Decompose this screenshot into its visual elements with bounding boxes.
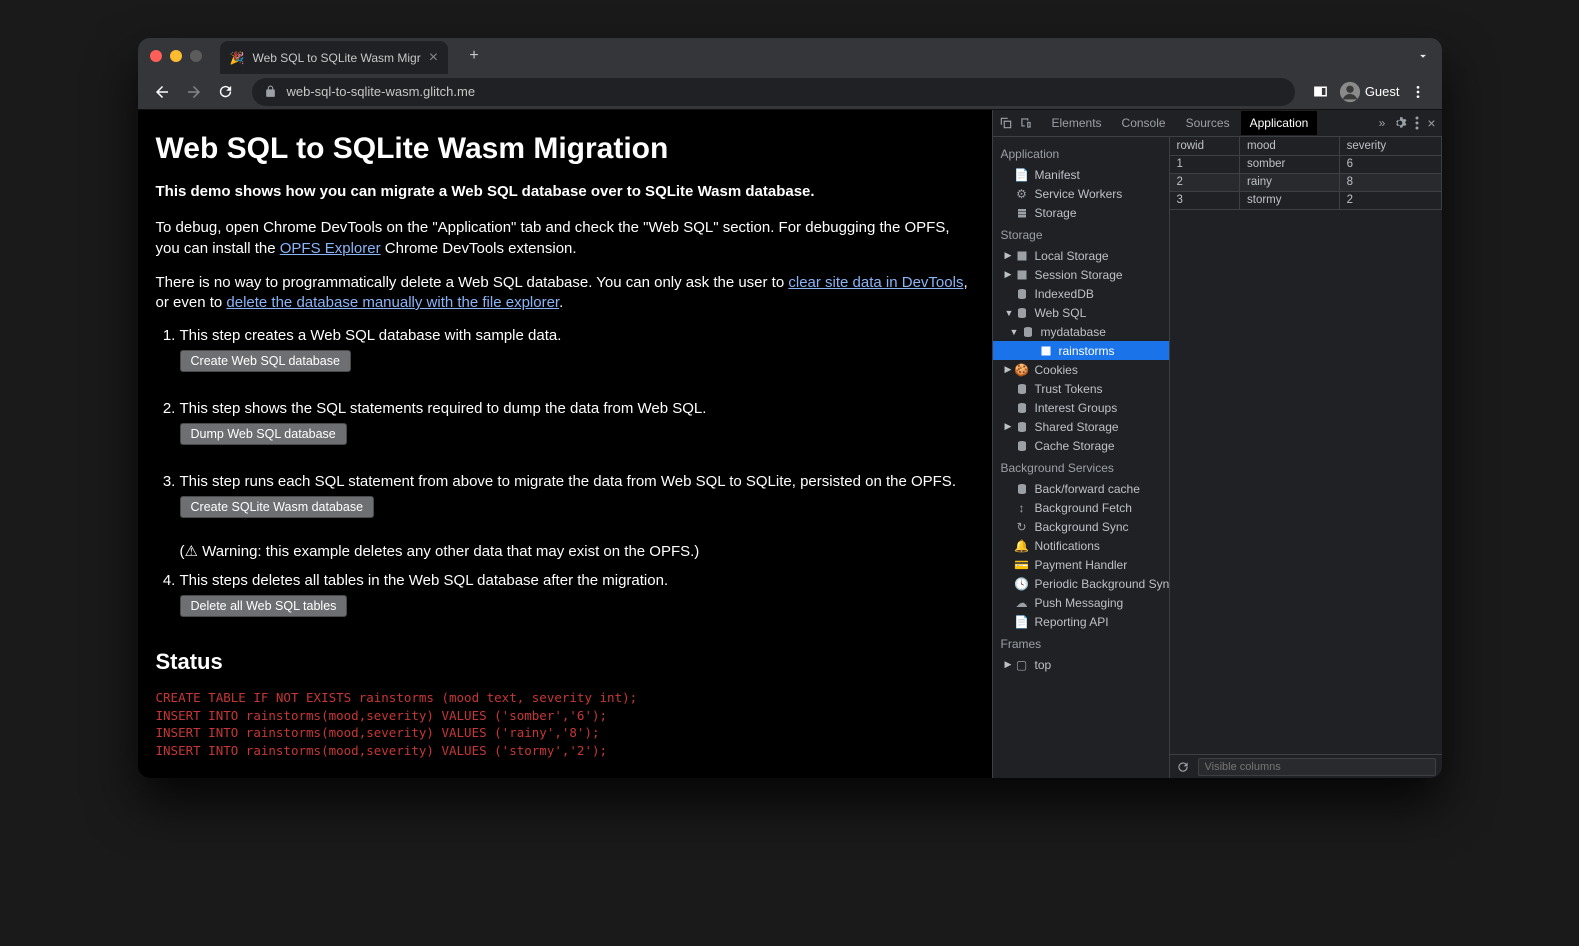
traffic-lights (150, 50, 202, 62)
paragraph-debug: To debug, open Chrome DevTools on the "A… (156, 218, 974, 259)
item-push[interactable]: ☁Push Messaging (993, 593, 1169, 612)
application-sidebar: Application 📄Manifest ⚙Service Workers S… (993, 137, 1170, 778)
more-tabs-icon[interactable]: » (1379, 116, 1386, 130)
item-rainstorms[interactable]: rainstorms (993, 341, 1169, 360)
tab-elements[interactable]: Elements (1043, 111, 1111, 135)
url-text: web-sql-to-sqlite-wasm.glitch.me (287, 84, 476, 99)
item-interest-groups[interactable]: Interest Groups (993, 398, 1169, 417)
table-row[interactable]: 1somber6 (1170, 155, 1442, 173)
back-button[interactable] (148, 78, 176, 106)
chevron-down-icon[interactable] (1416, 49, 1430, 63)
status-heading: Status (156, 649, 974, 675)
tab-application[interactable]: Application (1241, 111, 1318, 135)
item-notifications[interactable]: 🔔Notifications (993, 536, 1169, 555)
section-frames: Frames (993, 631, 1169, 655)
tab-close-icon[interactable]: × (429, 49, 438, 67)
steps-list: This step creates a Web SQL database wit… (180, 327, 974, 635)
close-window-button[interactable] (150, 50, 162, 62)
col-severity[interactable]: severity (1339, 137, 1441, 155)
gear-icon[interactable] (1393, 116, 1407, 130)
visible-columns-input[interactable] (1198, 758, 1436, 776)
item-cookies[interactable]: ▶🍪Cookies (993, 360, 1169, 379)
item-bgsync[interactable]: ↻Background Sync (993, 517, 1169, 536)
minimize-window-button[interactable] (170, 50, 182, 62)
create-sqlite-button[interactable]: Create SQLite Wasm database (180, 496, 375, 518)
section-background-services: Background Services (993, 455, 1169, 479)
panel-toggle-icon[interactable] (1307, 78, 1335, 106)
item-bfcache[interactable]: Back/forward cache (993, 479, 1169, 498)
section-storage: Storage (993, 222, 1169, 246)
tab-sources[interactable]: Sources (1177, 111, 1239, 135)
devtools-tabbar: Elements Console Sources Application » × (993, 110, 1442, 137)
table-area: rowid mood severity 1somber6 2rainy8 3st… (1170, 137, 1442, 778)
step-3: This step runs each SQL statement from a… (180, 473, 974, 560)
titlebar: 🎉 Web SQL to SQLite Wasm Migr × + (138, 38, 1442, 74)
data-table: rowid mood severity 1somber6 2rainy8 3st… (1170, 137, 1442, 754)
delete-tables-button[interactable]: Delete all Web SQL tables (180, 595, 348, 617)
item-bgfetch[interactable]: ↕Background Fetch (993, 498, 1169, 517)
status-code: CREATE TABLE IF NOT EXISTS rainstorms (m… (156, 689, 974, 759)
table-row[interactable]: 2rainy8 (1170, 173, 1442, 191)
new-tab-button[interactable]: + (462, 44, 486, 68)
reload-button[interactable] (212, 78, 240, 106)
devtools-panel: Elements Console Sources Application » ×… (992, 110, 1442, 778)
item-top-frame[interactable]: ▶▢top (993, 655, 1169, 674)
forward-button[interactable] (180, 78, 208, 106)
clear-site-data-link[interactable]: clear site data in DevTools (788, 274, 963, 291)
step-1: This step creates a Web SQL database wit… (180, 327, 974, 390)
content-area: Web SQL to SQLite Wasm Migration This de… (138, 110, 1442, 778)
item-service-workers[interactable]: ⚙Service Workers (993, 184, 1169, 203)
warning-text: (⚠ Warning: this example deletes any oth… (180, 542, 974, 560)
item-mydatabase[interactable]: ▼mydatabase (993, 322, 1169, 341)
page-title: Web SQL to SQLite Wasm Migration (156, 132, 974, 166)
item-local-storage[interactable]: ▶Local Storage (993, 246, 1169, 265)
item-reporting[interactable]: 📄Reporting API (993, 612, 1169, 631)
profile-label: Guest (1365, 84, 1400, 99)
dump-websql-button[interactable]: Dump Web SQL database (180, 423, 347, 445)
page-subtitle: This demo shows how you can migrate a We… (156, 182, 974, 202)
browser-tab[interactable]: 🎉 Web SQL to SQLite Wasm Migr × (220, 41, 449, 75)
col-mood[interactable]: mood (1240, 137, 1340, 155)
item-session-storage[interactable]: ▶Session Storage (993, 265, 1169, 284)
col-rowid[interactable]: rowid (1170, 137, 1240, 155)
lock-icon (264, 85, 277, 98)
item-payment[interactable]: 💳Payment Handler (993, 555, 1169, 574)
menu-icon[interactable] (1404, 78, 1432, 106)
refresh-icon[interactable] (1176, 760, 1190, 774)
url-bar[interactable]: web-sql-to-sqlite-wasm.glitch.me (252, 78, 1295, 106)
tab-title: Web SQL to SQLite Wasm Migr (252, 51, 420, 65)
devtools-close-icon[interactable]: × (1427, 115, 1435, 131)
maximize-window-button[interactable] (190, 50, 202, 62)
opfs-explorer-link[interactable]: OPFS Explorer (280, 240, 381, 257)
section-application: Application (993, 141, 1169, 165)
device-icon[interactable] (1019, 116, 1033, 130)
table-row[interactable]: 3stormy2 (1170, 191, 1442, 209)
address-bar: web-sql-to-sqlite-wasm.glitch.me Guest (138, 74, 1442, 110)
item-periodic[interactable]: 🕓Periodic Background Sync (993, 574, 1169, 593)
profile-avatar[interactable]: Guest (1339, 81, 1400, 103)
item-trust-tokens[interactable]: Trust Tokens (993, 379, 1169, 398)
item-cache-storage[interactable]: Cache Storage (993, 436, 1169, 455)
devtools-body: Application 📄Manifest ⚙Service Workers S… (993, 137, 1442, 778)
item-shared-storage[interactable]: ▶Shared Storage (993, 417, 1169, 436)
item-indexeddb[interactable]: IndexedDB (993, 284, 1169, 303)
item-manifest[interactable]: 📄Manifest (993, 165, 1169, 184)
tab-console[interactable]: Console (1113, 111, 1175, 135)
kebab-icon[interactable] (1415, 116, 1419, 130)
create-websql-button[interactable]: Create Web SQL database (180, 350, 351, 372)
inspect-icon[interactable] (999, 116, 1013, 130)
browser-window: 🎉 Web SQL to SQLite Wasm Migr × + web-sq… (138, 38, 1442, 778)
step-4: This steps deletes all tables in the Web… (180, 572, 974, 635)
delete-db-manual-link[interactable]: delete the database manually with the fi… (226, 294, 559, 311)
paragraph-delete: There is no way to programmatically dele… (156, 273, 974, 314)
table-footer (1170, 754, 1442, 778)
item-storage[interactable]: Storage (993, 203, 1169, 222)
item-websql[interactable]: ▼Web SQL (993, 303, 1169, 322)
step-2: This step shows the SQL statements requi… (180, 400, 974, 463)
tab-favicon: 🎉 (230, 51, 245, 65)
page-content: Web SQL to SQLite Wasm Migration This de… (138, 110, 992, 778)
